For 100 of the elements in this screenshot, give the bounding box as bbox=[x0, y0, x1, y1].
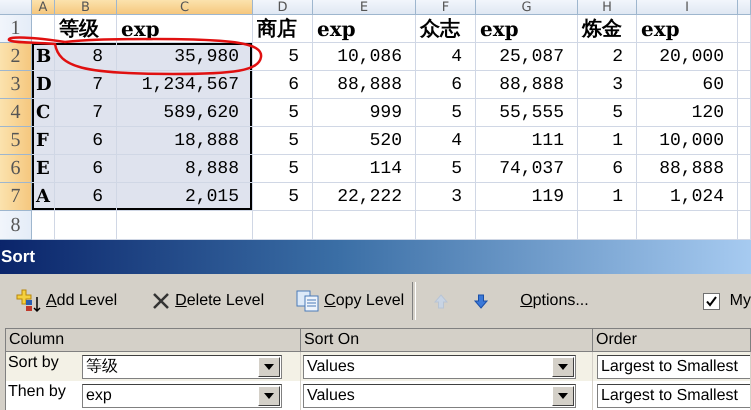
table-cell: B bbox=[32, 43, 55, 71]
table-cell: 6 bbox=[253, 71, 313, 99]
table-cell: 6 bbox=[578, 155, 637, 183]
dropdown-caret-icon bbox=[558, 392, 568, 398]
dropdown-caret-icon bbox=[264, 392, 274, 398]
dropdown-field[interactable]: Largest to Smallest bbox=[597, 354, 750, 378]
table-cell: 111 bbox=[476, 127, 578, 155]
table-cell: 22,222 bbox=[313, 183, 416, 211]
column-header[interactable]: B bbox=[55, 0, 117, 15]
column-header[interactable]: I bbox=[637, 0, 738, 15]
table-cell: 5 bbox=[253, 155, 313, 183]
column-header[interactable] bbox=[738, 0, 751, 15]
arrow-down-icon bbox=[474, 294, 488, 308]
table-cell: 5 bbox=[253, 99, 313, 127]
table-cell: 3 bbox=[578, 71, 637, 99]
table-cell: 60 bbox=[637, 71, 738, 99]
dropdown-caret-icon bbox=[264, 364, 274, 370]
table-cell: 7 bbox=[55, 71, 117, 99]
table-cell: 8,888 bbox=[117, 155, 253, 183]
table-cell: C bbox=[32, 99, 55, 127]
table-cell: 6 bbox=[416, 71, 476, 99]
table-cell: 999 bbox=[313, 99, 416, 127]
row-header[interactable]: 5 bbox=[0, 127, 32, 155]
copy-level-button[interactable]: Copy Level bbox=[294, 288, 406, 314]
column-title: 商店 bbox=[253, 15, 313, 43]
table-cell: 3 bbox=[416, 183, 476, 211]
table-cell: 114 bbox=[313, 155, 416, 183]
table-cell: 5 bbox=[253, 127, 313, 155]
close-icon bbox=[151, 291, 172, 311]
table-cell: 88,888 bbox=[637, 155, 738, 183]
table-cell: 5 bbox=[416, 99, 476, 127]
column-header[interactable]: G bbox=[476, 0, 578, 15]
table-cell: A bbox=[32, 183, 55, 211]
dropdown-field[interactable]: Values bbox=[303, 384, 576, 408]
dialog-title: Sort bbox=[1, 247, 35, 267]
dropdown-field[interactable]: exp bbox=[82, 384, 282, 408]
sort-level-row[interactable]: Sort by 等级 Values Largest to Smallest bbox=[6, 352, 751, 381]
table-cell: 88,888 bbox=[313, 71, 416, 99]
level-label: Sort by bbox=[7, 353, 60, 372]
table-cell: 589,620 bbox=[117, 99, 253, 127]
empty-cell bbox=[738, 183, 751, 211]
checkbox-label: My bbox=[730, 292, 751, 310]
dropdown-field[interactable]: Values bbox=[303, 354, 576, 378]
dropdown-field[interactable]: 等级 bbox=[82, 354, 282, 378]
column-title: exp bbox=[637, 15, 738, 43]
options-button[interactable]: Options... bbox=[518, 290, 591, 312]
column-title: 炼金 bbox=[578, 15, 637, 43]
column-header[interactable]: E bbox=[313, 0, 416, 15]
empty-cell bbox=[738, 71, 751, 99]
table-cell: 6 bbox=[55, 155, 117, 183]
row-header[interactable]: 7 bbox=[0, 183, 32, 211]
select-all-corner[interactable] bbox=[0, 0, 32, 15]
table-cell: 18,888 bbox=[117, 127, 253, 155]
table-cell: 120 bbox=[637, 99, 738, 127]
column-header[interactable]: C bbox=[117, 0, 253, 15]
empty-cell bbox=[738, 99, 751, 127]
table-cell: 1 bbox=[578, 127, 637, 155]
table-cell: 4 bbox=[416, 127, 476, 155]
table-cell: 2 bbox=[578, 43, 637, 71]
table-cell: 35,980 bbox=[117, 43, 253, 71]
row-header[interactable]: 8 bbox=[0, 211, 32, 240]
row-header[interactable]: 3 bbox=[0, 71, 32, 99]
table-cell: 5 bbox=[578, 99, 637, 127]
table-cell: 6 bbox=[55, 183, 117, 211]
table-cell: 5 bbox=[253, 43, 313, 71]
dropdown-field[interactable]: Largest to Smallest bbox=[597, 384, 750, 408]
table-cell: 55,555 bbox=[476, 99, 578, 127]
table-cell: 119 bbox=[476, 183, 578, 211]
row-header[interactable]: 6 bbox=[0, 155, 32, 183]
dropdown-caret-icon bbox=[558, 364, 568, 370]
table-cell: 8 bbox=[55, 43, 117, 71]
table-cell: 88,888 bbox=[476, 71, 578, 99]
table-cell: 5 bbox=[253, 183, 313, 211]
table-cell: 4 bbox=[416, 43, 476, 71]
table-cell: E bbox=[32, 155, 55, 183]
table-cell: 1 bbox=[578, 183, 637, 211]
empty-cell bbox=[738, 155, 751, 183]
table-cell: D bbox=[32, 71, 55, 99]
table-cell: 2,015 bbox=[117, 183, 253, 211]
table-cell: F bbox=[32, 127, 55, 155]
column-header[interactable]: F bbox=[416, 0, 476, 15]
checkbox[interactable] bbox=[702, 292, 720, 310]
table-cell: 20,000 bbox=[637, 43, 738, 71]
table-cell: 10,000 bbox=[637, 127, 738, 155]
level-label: Then by bbox=[7, 382, 67, 401]
row-header[interactable]: 2 bbox=[0, 43, 32, 71]
checkmark-icon bbox=[706, 296, 717, 306]
table-cell: 25,087 bbox=[476, 43, 578, 71]
table-cell: 74,037 bbox=[476, 155, 578, 183]
table-cell: 1,024 bbox=[637, 183, 738, 211]
sort-level-row[interactable]: Then by exp Values Largest to Smallest bbox=[6, 381, 751, 410]
table-cell: 1,234,567 bbox=[117, 71, 253, 99]
column-header[interactable]: D bbox=[253, 0, 313, 15]
row-header[interactable]: 4 bbox=[0, 99, 32, 127]
delete-level-button[interactable]: Delete Level bbox=[149, 289, 266, 313]
column-header[interactable]: A bbox=[32, 0, 55, 15]
column-title: exp bbox=[313, 15, 416, 43]
arrow-up-icon bbox=[434, 294, 448, 308]
column-header[interactable]: H bbox=[578, 0, 637, 15]
add-level-button[interactable]: Add Level bbox=[14, 287, 120, 315]
